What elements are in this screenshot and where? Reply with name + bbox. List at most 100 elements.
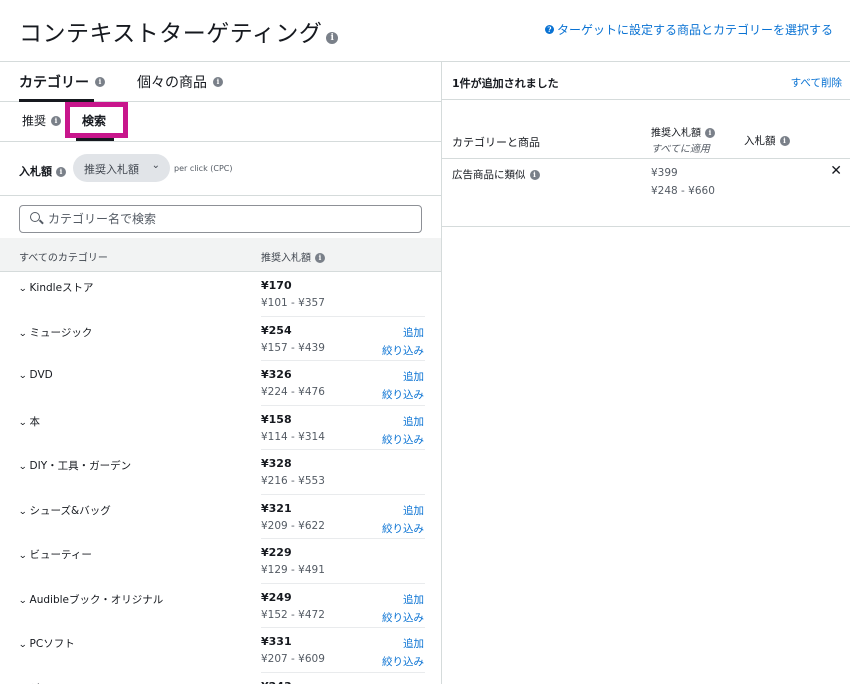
selected-row-name: 広告商品に類似 i xyxy=(452,167,540,182)
chevron-down-icon: ⌄ xyxy=(18,462,28,472)
selected-header: 1件が追加されました すべて削除 xyxy=(442,62,850,100)
info-icon[interactable]: i xyxy=(326,31,339,44)
sub-tabs: 推奨 i 検索 xyxy=(0,102,441,142)
bid-selector-row: 入札額 i 推奨入札額 ⌄ per click (CPC) xyxy=(0,142,441,196)
chevron-down-icon: ⌄ xyxy=(18,284,28,294)
refine-category-link[interactable]: 絞り込み xyxy=(382,521,424,536)
search-icon xyxy=(30,212,40,222)
category-suggested-bid: ¥321 xyxy=(261,501,292,515)
category-name: Kindleストア xyxy=(29,282,94,294)
category-row: ⌄ DVD ¥326 ¥224 - ¥476 追加 絞り込み xyxy=(0,361,441,406)
add-category-link[interactable]: 追加 xyxy=(403,369,424,384)
category-row: ⌄ シューズ&バッグ ¥321 ¥209 - ¥622 追加 絞り込み xyxy=(0,495,441,539)
tab-recommended-label: 推奨 xyxy=(22,114,47,128)
close-icon[interactable]: ✕ xyxy=(830,163,842,179)
category-expand-toggle[interactable]: ⌄ゲーム xyxy=(19,681,61,684)
add-category-link[interactable]: 追加 xyxy=(403,414,424,429)
chevron-down-icon: ⌄ xyxy=(18,595,28,606)
category-bid-range: ¥114 - ¥314 xyxy=(261,430,325,443)
category-suggested-bid: ¥326 xyxy=(261,368,292,381)
page-header: コンテキストターゲティング i ? ターゲットに設定する商品とカテゴリーを選択する xyxy=(0,0,850,62)
category-bid-range: ¥216 - ¥553 xyxy=(261,475,325,487)
bid-label: 入札額 i xyxy=(19,163,66,179)
category-suggested-bid: ¥243 xyxy=(261,680,292,684)
tab-recommended[interactable]: 推奨 i xyxy=(22,112,62,129)
category-expand-toggle[interactable]: ⌄ DIY・工具・ガーデン xyxy=(18,458,131,473)
header-suggested-bid: 推奨入札額 i xyxy=(261,249,325,264)
apply-all-link[interactable]: すべてに適用 xyxy=(651,140,710,155)
category-bid-range: ¥101 - ¥357 xyxy=(261,297,325,309)
info-icon[interactable]: i xyxy=(51,115,62,126)
add-category-link[interactable]: 追加 xyxy=(403,325,424,340)
info-icon[interactable]: i xyxy=(56,167,66,177)
category-picker-panel: カテゴリー i 個々の商品 i 推奨 i 検索 入札額 i 推奨入札額 ⌄ per cl… xyxy=(0,62,442,684)
category-expand-toggle[interactable]: ⌄ Audibleブック・オリジナル xyxy=(18,592,164,607)
category-suggested-bid: ¥249 xyxy=(261,590,292,604)
tab-product-label: 個々の商品 xyxy=(137,75,207,91)
info-icon[interactable]: i xyxy=(95,77,105,87)
category-suggested-bid: ¥229 xyxy=(261,546,292,559)
refine-category-link[interactable]: 絞り込み xyxy=(382,387,424,402)
selected-blank-area xyxy=(442,227,850,684)
help-link-text: ターゲットに設定する商品とカテゴリーを選択する xyxy=(556,23,833,37)
selected-row-range: ¥248 - ¥660 xyxy=(651,185,715,197)
tab-product[interactable]: 個々の商品 i xyxy=(137,72,223,92)
page-title-text: コンテキストターゲティング xyxy=(19,21,323,47)
info-icon[interactable]: i xyxy=(315,253,325,263)
category-expand-toggle[interactable]: ⌄ シューズ&バッグ xyxy=(18,503,111,518)
info-icon[interactable]: i xyxy=(213,77,223,87)
tab-search-label: 検索 xyxy=(82,114,107,128)
header-suggested-bid-text: 推奨入札額 xyxy=(261,253,311,264)
add-category-link[interactable]: 追加 xyxy=(403,503,424,518)
category-suggested-bid: ¥328 xyxy=(261,457,292,470)
category-name: シューズ&バッグ xyxy=(29,504,111,517)
info-icon[interactable]: i xyxy=(529,170,540,180)
clear-all-link[interactable]: すべて削除 xyxy=(791,75,842,90)
add-category-link[interactable]: 追加 xyxy=(403,636,424,651)
search-box[interactable] xyxy=(19,205,422,233)
chevron-down-icon: ⌄ xyxy=(18,417,28,428)
main-tabs: カテゴリー i 個々の商品 i xyxy=(0,62,441,102)
category-bid-range: ¥207 - ¥609 xyxy=(261,653,325,665)
header-bid: 入札額 i xyxy=(744,133,790,148)
tab-category-label: カテゴリー xyxy=(19,75,89,91)
category-expand-toggle[interactable]: ⌄ DVD xyxy=(18,369,52,381)
header-all-categories: すべてのカテゴリー xyxy=(19,253,108,264)
refine-category-link[interactable]: 絞り込み xyxy=(382,610,424,625)
category-suggested-bid: ¥331 xyxy=(261,635,292,648)
category-bid-range: ¥129 - ¥491 xyxy=(261,564,325,576)
refine-category-link[interactable]: 絞り込み xyxy=(382,654,424,669)
header-suggested-bid: 推奨入札額 i xyxy=(651,124,715,139)
tab-category[interactable]: カテゴリー i xyxy=(19,72,105,92)
selected-targets-panel: 1件が追加されました すべて削除 カテゴリーと商品 推奨入札額 i すべてに適用 … xyxy=(442,62,850,684)
help-link[interactable]: ? ターゲットに設定する商品とカテゴリーを選択する xyxy=(544,21,833,38)
add-category-link[interactable]: 追加 xyxy=(403,592,424,607)
selected-count: 1件が追加されました xyxy=(452,77,559,90)
info-icon[interactable]: i xyxy=(779,136,790,146)
chevron-down-icon: ⌄ xyxy=(18,371,28,381)
category-list: ⌄ Kindleストア ¥170 ¥101 - ¥357 ⌄ ミュージック ¥254 ¥157… xyxy=(0,272,441,684)
category-name: ビューティー xyxy=(29,549,92,561)
category-expand-toggle[interactable]: ⌄ ミュージック xyxy=(18,325,92,340)
refine-category-link[interactable]: 絞り込み xyxy=(382,343,424,358)
refine-category-link[interactable]: 絞り込み xyxy=(382,432,424,447)
category-expand-toggle[interactable]: ⌄ Kindleストア xyxy=(18,280,94,295)
bid-type-dropdown[interactable]: 推奨入札額 ⌄ xyxy=(73,154,170,182)
category-row: ⌄ ビューティー ¥229 ¥129 - ¥491 xyxy=(0,539,441,584)
category-row: ⌄ PCソフト ¥331 ¥207 - ¥609 追加絞り込み xyxy=(0,628,441,673)
category-expand-toggle[interactable]: ⌄ ビューティー xyxy=(18,547,92,562)
selected-row: 広告商品に類似 i ¥399 ¥248 - ¥660 ✕ xyxy=(442,159,850,227)
category-expand-toggle[interactable]: ⌄ PCソフト xyxy=(18,636,74,651)
info-icon[interactable]: i xyxy=(705,128,715,138)
tab-search[interactable]: 検索 xyxy=(82,112,106,129)
category-name: Audibleブック・オリジナル xyxy=(29,593,164,606)
chevron-down-icon: ⌄ xyxy=(18,328,28,339)
category-bid-range: ¥152 - ¥472 xyxy=(261,608,325,621)
search-input[interactable] xyxy=(48,210,408,228)
category-expand-toggle[interactable]: ⌄ 本 xyxy=(18,414,40,429)
search-row xyxy=(0,196,441,238)
category-suggested-bid: ¥158 xyxy=(261,412,292,426)
header-suggested-bid-text: 推奨入札額 xyxy=(651,128,701,139)
header-bid-text: 入札額 xyxy=(744,135,776,147)
selected-row-bid: ¥399 xyxy=(651,167,678,179)
